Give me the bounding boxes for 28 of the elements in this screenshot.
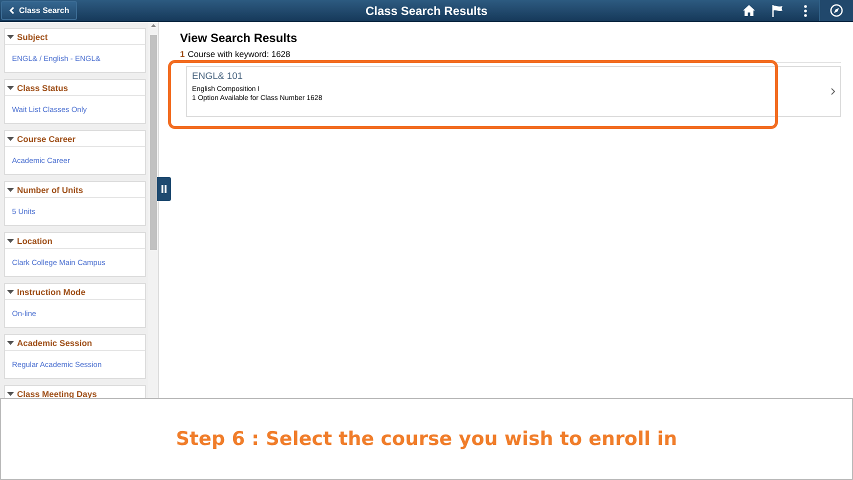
caret-down-icon — [7, 86, 14, 90]
course-code: ENGL& 101 — [192, 71, 244, 82]
step-caption: Step 6 : Select the course you wish to enroll in — [176, 428, 678, 450]
caret-down-icon — [7, 392, 14, 396]
scroll-up-icon[interactable] — [150, 24, 156, 27]
caret-down-icon — [7, 290, 14, 294]
chevron-left-icon — [9, 7, 15, 14]
filter-title[interactable]: Number of Units — [17, 184, 84, 194]
filter-title[interactable]: Class Meeting Days — [17, 388, 97, 398]
filter-title[interactable]: Academic Session — [17, 338, 92, 348]
filter-title[interactable]: Class Status — [17, 82, 68, 92]
filter-title[interactable]: Subject — [17, 32, 48, 42]
result-summary: Course with keyword: 1628 — [188, 49, 290, 59]
result-count: 1 — [180, 49, 185, 59]
compass-icon[interactable] — [819, 0, 853, 21]
filter-title[interactable]: Course Career — [17, 134, 76, 144]
filter-title[interactable]: Location — [17, 236, 52, 246]
collapse-handle[interactable] — [157, 177, 171, 201]
page-title: Class Search Results — [365, 4, 488, 18]
back-button[interactable]: Class Search — [1, 1, 78, 20]
caret-down-icon — [7, 136, 14, 140]
results-heading: View Search Results — [180, 31, 298, 45]
caret-down-icon — [7, 34, 14, 38]
caret-down-icon — [7, 238, 14, 242]
chevron-right-icon — [831, 88, 835, 95]
filter-title[interactable]: Instruction Mode — [17, 286, 86, 296]
caret-down-icon — [7, 340, 14, 344]
caret-down-icon — [7, 188, 14, 192]
